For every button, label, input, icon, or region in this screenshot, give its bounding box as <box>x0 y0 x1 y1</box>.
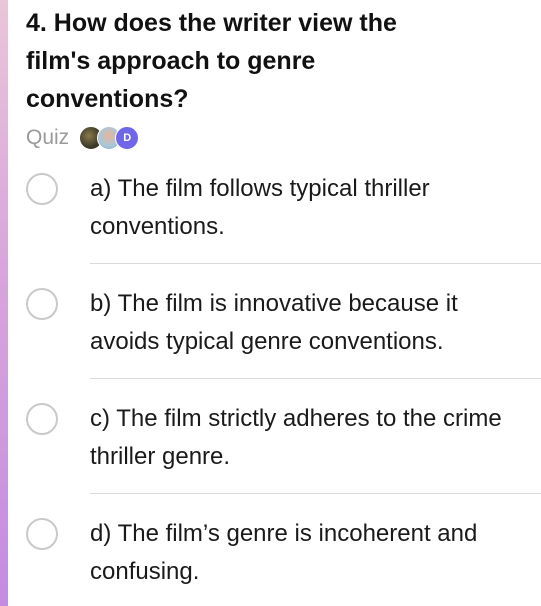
answer-option-label[interactable]: c) The film strictly adheres to the crim… <box>90 400 530 476</box>
quiz-label: Quiz <box>26 126 70 149</box>
answer-options: a) The film follows typical thriller con… <box>26 164 541 606</box>
participant-avatars[interactable]: D <box>79 126 140 150</box>
question-meta: Quiz D <box>26 122 541 154</box>
answer-option-c[interactable]: c) The film strictly adheres to the crim… <box>26 394 541 509</box>
answer-option-d[interactable]: d) The film’s genre is incoherent and co… <box>26 509 541 606</box>
avatar-initial: D <box>115 126 140 150</box>
answer-option-b[interactable]: b) The film is innovative because it avo… <box>26 279 541 394</box>
answer-option-label[interactable]: a) The film follows typical thriller con… <box>90 170 530 246</box>
radio-button[interactable] <box>26 403 58 435</box>
divider <box>90 263 541 264</box>
radio-button[interactable] <box>26 518 58 550</box>
quiz-question-card: 4. How does the writer view the film's a… <box>0 0 541 606</box>
question-content: 4. How does the writer view the film's a… <box>26 0 541 606</box>
answer-option-label[interactable]: b) The film is innovative because it avo… <box>90 285 530 361</box>
divider <box>90 378 541 379</box>
answer-option-a[interactable]: a) The film follows typical thriller con… <box>26 164 541 279</box>
radio-button[interactable] <box>26 288 58 320</box>
decorative-side-strip <box>0 0 8 606</box>
answer-option-label[interactable]: d) The film’s genre is incoherent and co… <box>90 515 530 591</box>
divider <box>90 493 541 494</box>
radio-button[interactable] <box>26 173 58 205</box>
question-title: 4. How does the writer view the film's a… <box>26 9 397 113</box>
